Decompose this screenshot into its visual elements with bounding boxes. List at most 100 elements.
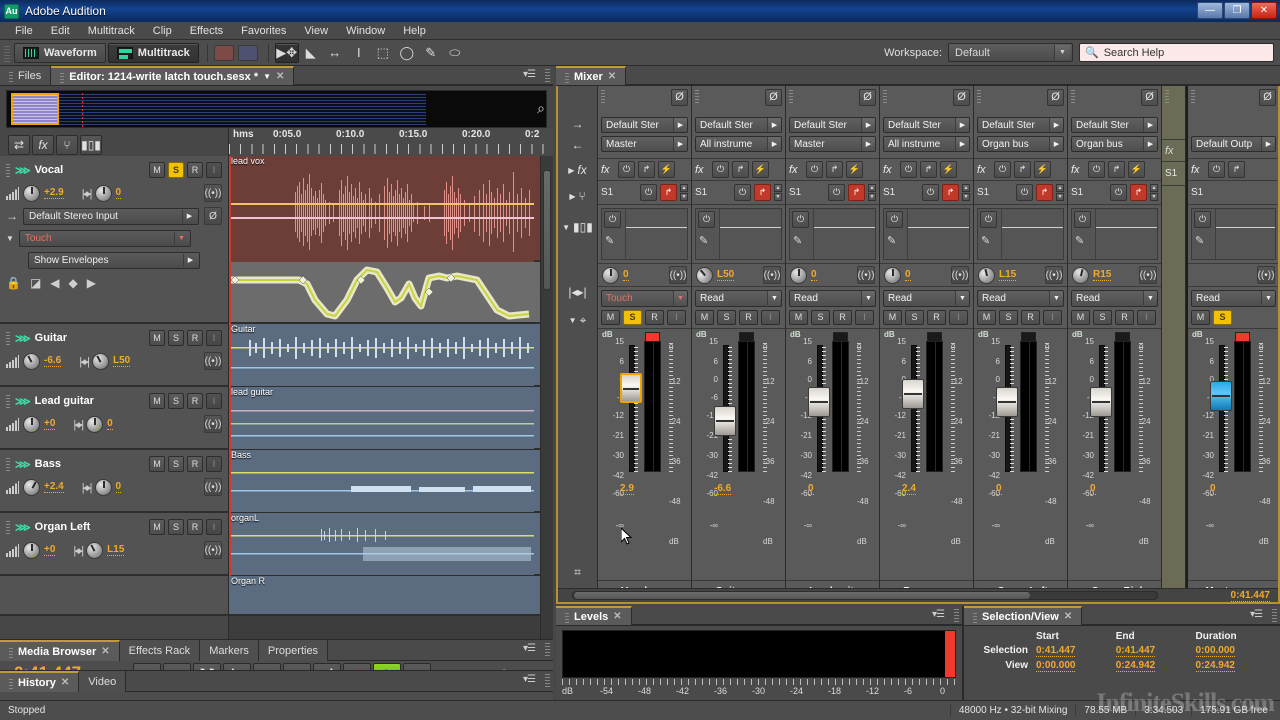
solo-button-bass[interactable]: S	[168, 456, 184, 472]
clip-indicator[interactable]	[1235, 332, 1250, 342]
input-routing-icon[interactable]: →	[558, 114, 597, 134]
mute-button[interactable]: M	[883, 310, 902, 325]
track-header-bass[interactable]: ⋙ Bass M S R I +2.4 |◂▸| 0 ((•))	[0, 450, 228, 513]
fx-prefader-button[interactable]: ↱	[826, 161, 843, 178]
mute-button-guitar[interactable]: M	[149, 330, 165, 346]
strip-grip-icon[interactable]	[977, 89, 981, 103]
panel-menu-icon-sv[interactable]: ▾☰	[1250, 609, 1264, 621]
clip-row-organ-r[interactable]: Organ R	[229, 576, 553, 616]
phase-invert-button[interactable]: Ø	[859, 89, 876, 106]
mute-button-lead[interactable]: M	[149, 393, 165, 409]
envelope-lane-vocal[interactable]	[229, 262, 553, 324]
mute-button[interactable]: M	[695, 310, 714, 325]
pan-value[interactable]: 0	[623, 269, 629, 281]
gain-value-display[interactable]: 0	[1068, 483, 1161, 495]
output-routing-icon[interactable]: ←	[558, 135, 597, 155]
input-monitor-button-guitar[interactable]: I	[206, 330, 222, 346]
track-grip-icon-organl[interactable]	[6, 520, 10, 534]
fx-prefader-button[interactable]: ↱	[638, 161, 655, 178]
panel-grip-icon-levels[interactable]	[954, 609, 959, 622]
view-duration[interactable]: 0:24.942	[1192, 658, 1275, 673]
input-dropdown[interactable]: Default Stereo Input ▶	[23, 207, 199, 225]
mute-button[interactable]: M	[789, 310, 808, 325]
volume-value[interactable]: +2.9	[44, 187, 64, 199]
volume-fader-handle[interactable]	[996, 386, 1018, 417]
fx-prefader-button[interactable]: ↱	[920, 161, 937, 178]
panel-menu-icon-levels[interactable]: ▾☰	[932, 609, 946, 621]
volume-fader-track[interactable]	[808, 345, 830, 472]
search-help-input[interactable]: 🔍 Search Help	[1079, 43, 1274, 62]
record-arm-button[interactable]: R	[187, 162, 203, 178]
multitrack-view-button[interactable]: Multitrack	[107, 42, 199, 63]
tab-levels[interactable]: Levels ✕	[556, 606, 632, 625]
volume-knob-lead[interactable]	[23, 415, 40, 433]
send-prefader-button[interactable]: ↱	[754, 184, 771, 201]
solo-button[interactable]: S	[1093, 310, 1112, 325]
strip-grip-icon[interactable]	[1071, 89, 1075, 103]
phase-invert-button[interactable]: Ø	[1259, 89, 1276, 106]
output-meter-icon-guitar[interactable]: ((•))	[204, 352, 222, 370]
clip-indicator[interactable]	[739, 332, 754, 342]
record-arm-button[interactable]: R	[645, 310, 664, 325]
eq-power-button[interactable]: ⏻	[1074, 211, 1091, 228]
gain-value-display[interactable]: -6.6	[692, 483, 785, 495]
record-arm-button-lead[interactable]: R	[187, 393, 203, 409]
phase-invert-button[interactable]: Ø	[204, 207, 222, 225]
track-header-organ-r[interactable]	[0, 576, 228, 616]
automation-icon-gutter[interactable]: ▼ ⌖	[558, 310, 597, 330]
pan-value[interactable]: L15	[999, 269, 1017, 281]
toolbar-grip[interactable]	[4, 43, 10, 62]
solo-button[interactable]: S	[168, 162, 184, 178]
pan-value-organ-left[interactable]: L15	[107, 544, 125, 556]
view-end[interactable]: 0:24.942	[1112, 658, 1192, 673]
pan-knob-guitar[interactable]	[92, 352, 109, 370]
strip-grip-icon[interactable]	[1191, 89, 1195, 103]
lasso-tool-icon[interactable]: ◯	[395, 43, 419, 63]
menu-item-file[interactable]: File	[6, 22, 42, 40]
eq-power-button[interactable]: ⏻	[980, 211, 997, 228]
close-icon-mixer[interactable]: ✕	[608, 71, 616, 82]
send-power-button[interactable]: ⏻	[922, 184, 939, 201]
record-arm-button-guitar[interactable]: R	[187, 330, 203, 346]
fx-power-button[interactable]: ⏻	[994, 161, 1011, 178]
fx-prefader-button[interactable]: ↱	[1228, 161, 1245, 178]
phase-invert-button[interactable]: Ø	[1141, 89, 1158, 106]
strip-input-dropdown[interactable]: Default Ster ▶	[601, 117, 688, 133]
menu-item-view[interactable]: View	[295, 22, 337, 40]
eq-edit-icon[interactable]: ✎	[981, 234, 998, 247]
send-spinner[interactable]: ▲ ▼	[868, 184, 876, 201]
pan-knob[interactable]	[884, 266, 901, 284]
output-meter-icon[interactable]: ((•))	[669, 266, 687, 284]
menu-item-help[interactable]: Help	[394, 22, 435, 40]
send-spinner[interactable]: ▲ ▼	[680, 184, 688, 201]
sends-icon[interactable]: ⑂	[56, 135, 78, 155]
strip-output-dropdown[interactable]: Master ▶	[601, 136, 688, 152]
record-arm-button[interactable]: R	[833, 310, 852, 325]
track-header-vocal[interactable]: ⋙ Vocal M S R I +2.9 |◂▸| 0 ((•)) → Defa…	[0, 156, 228, 324]
track-grip-icon-lead[interactable]	[6, 394, 10, 408]
volume-fader-track[interactable]	[996, 345, 1018, 472]
record-arm-button[interactable]: R	[1021, 310, 1040, 325]
tab-media-browser[interactable]: Media Browser ✕	[0, 640, 120, 661]
track-grip-icon[interactable]	[6, 163, 10, 177]
output-meter-icon[interactable]: ((•))	[763, 266, 781, 284]
eq-power-button[interactable]: ⏻	[1194, 211, 1211, 228]
minimize-button[interactable]: —	[1197, 2, 1223, 19]
zoom-navigator[interactable]	[6, 90, 547, 128]
record-arm-button-organl[interactable]: R	[187, 519, 203, 535]
strip-output-dropdown[interactable]: Organ bus ▶	[1071, 136, 1158, 152]
eq-icon[interactable]: ▮▯▮	[80, 135, 102, 155]
fx-power-button[interactable]: ⏻	[618, 161, 635, 178]
menu-item-multitrack[interactable]: Multitrack	[79, 22, 144, 40]
sends-icon-gutter[interactable]: ▶ ⑂	[558, 186, 597, 206]
mixer-strip-organ-left[interactable]: Ø Default Ster ▶ Organ bus ▶ fx ⏻ ↱ ⚡ S1 ⏻ ↱ ▲ ▼ ⏻ ✎ L15…	[974, 86, 1068, 602]
fx-prefader-button[interactable]: ↱	[732, 161, 749, 178]
volume-value-bass[interactable]: +2.4	[44, 481, 64, 493]
solo-button[interactable]: S	[623, 310, 642, 325]
close-icon[interactable]: ✕	[276, 71, 284, 82]
selection-end[interactable]: 0:41.447	[1112, 643, 1192, 658]
strip-grip-icon[interactable]	[883, 89, 887, 103]
fx-prefader-button[interactable]: ↱	[1014, 161, 1031, 178]
strip-eq-box[interactable]: ⏻ ✎	[695, 208, 782, 260]
editor-scroll-thumb[interactable]	[543, 170, 551, 290]
